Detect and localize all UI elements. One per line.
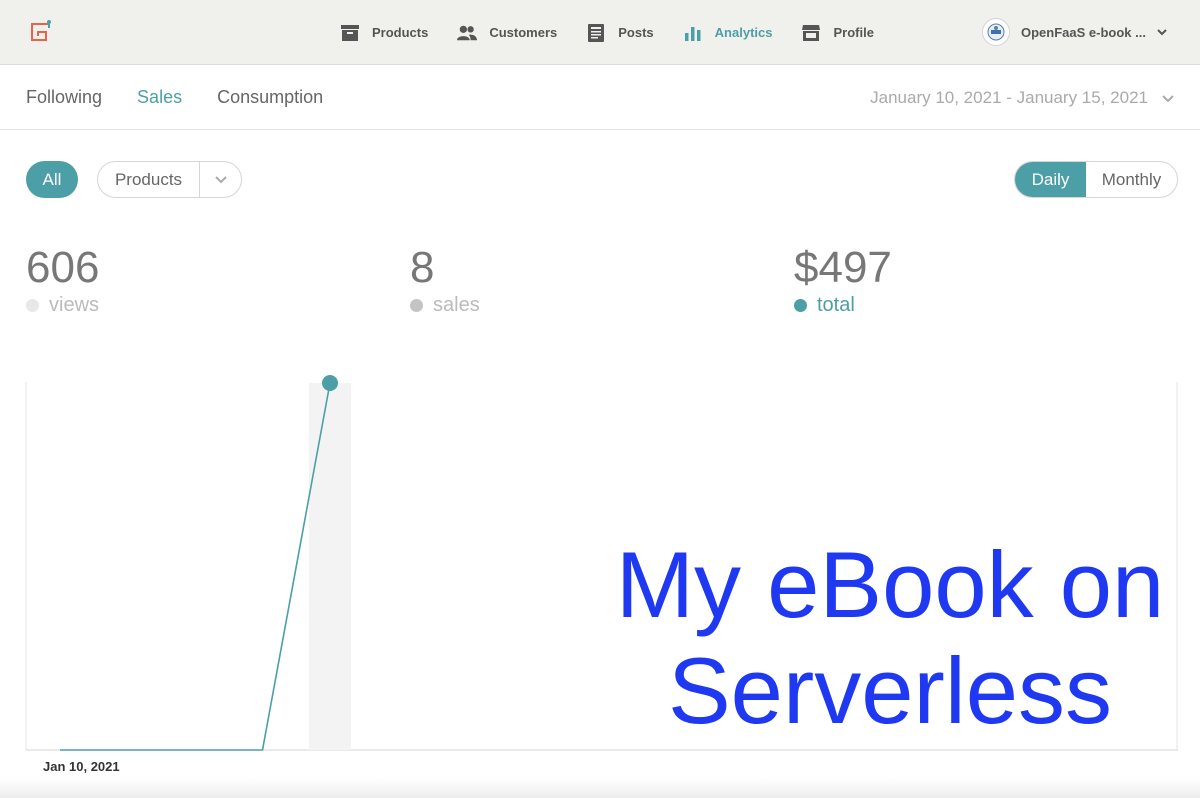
stat-views-value: 606 (26, 243, 100, 292)
annotation-line-2: Serverless (667, 638, 1113, 743)
stat-total: $497 total (794, 244, 892, 317)
chevron-down-icon[interactable] (200, 175, 241, 184)
period-daily-button[interactable]: Daily (1015, 162, 1086, 197)
analytics-tabs: Following Sales Consumption (26, 65, 358, 130)
stat-views-label: views (49, 294, 100, 316)
tab-sales[interactable]: Sales (137, 87, 182, 108)
top-navigation: Products Customers Posts Analytics Profi… (0, 0, 1200, 65)
account-menu[interactable]: OpenFaaS e-book ... (982, 17, 1167, 47)
tab-consumption[interactable]: Consumption (217, 87, 323, 108)
period-toggle: Daily Monthly (1014, 161, 1178, 198)
chevron-down-icon (1162, 88, 1174, 108)
newspaper-icon (586, 23, 606, 43)
nav-item-posts[interactable]: Posts (586, 0, 654, 65)
legend-dot-total (794, 299, 807, 312)
product-filter-select[interactable]: Products (97, 161, 242, 198)
nav-item-label: Posts (618, 25, 654, 40)
highlight-band (309, 383, 351, 750)
sub-navigation: Following Sales Consumption January 10, … (0, 65, 1200, 130)
x-tick-label: Jan 10, 2021 (43, 759, 120, 774)
account-name: OpenFaaS e-book ... (1021, 24, 1146, 40)
nav-item-products[interactable]: Products (340, 0, 428, 65)
stat-total-value: $497 (794, 243, 892, 292)
filter-all-button[interactable]: All (26, 161, 78, 198)
nav-item-label: Products (372, 25, 429, 40)
annotation-line-1: My eBook on (615, 532, 1165, 637)
data-point[interactable] (322, 375, 338, 391)
stat-views: 606 views (26, 244, 99, 317)
nav-item-customers[interactable]: Customers (457, 0, 557, 65)
users-icon (457, 23, 478, 43)
product-filter-label: Products (114, 169, 183, 189)
nav-item-label: Customers (489, 25, 558, 40)
avatar (982, 18, 1010, 46)
date-range-label: January 10, 2021 - January 15, 2021 (870, 87, 1148, 107)
annotation-text: My eBook on Serverless (600, 532, 1180, 744)
stat-sales: 8 sales (410, 244, 480, 317)
date-range-picker[interactable]: January 10, 2021 - January 15, 2021 (870, 65, 1174, 130)
storefront-icon (801, 23, 821, 43)
legend-dot-views (26, 299, 39, 312)
archive-box-icon (340, 23, 360, 43)
legend-dot-sales (410, 299, 423, 312)
stat-total-label: total (817, 294, 855, 316)
main-nav: Products Customers Posts Analytics Profi… (340, 0, 903, 65)
tab-following[interactable]: Following (26, 87, 102, 108)
nav-item-analytics[interactable]: Analytics (683, 0, 773, 65)
nav-item-label: Profile (833, 25, 874, 40)
period-monthly-button[interactable]: Monthly (1086, 162, 1177, 197)
nav-item-profile[interactable]: Profile (801, 0, 874, 65)
app-logo-icon[interactable] (29, 19, 53, 43)
stat-sales-value: 8 (410, 243, 435, 292)
bottom-fade (0, 778, 1200, 798)
stat-sales-label: sales (433, 294, 480, 316)
chevron-down-icon (1157, 23, 1167, 41)
nav-item-label: Analytics (714, 25, 773, 40)
bar-chart-icon (683, 23, 703, 43)
